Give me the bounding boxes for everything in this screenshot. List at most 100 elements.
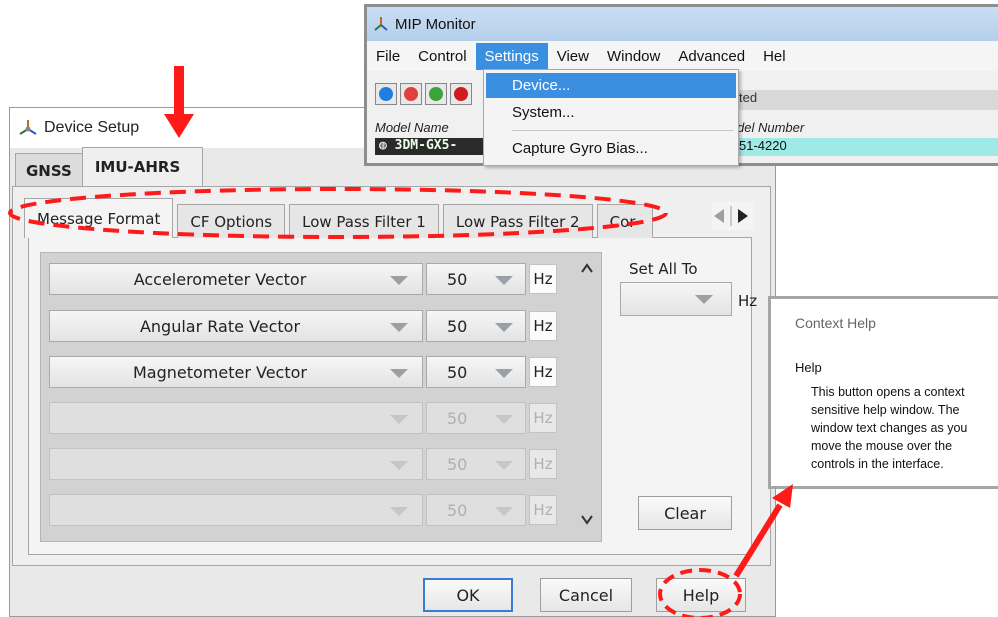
mip-monitor-window: MIP Monitor File Control Settings View W… [364, 4, 998, 166]
chevron-down-icon [390, 461, 408, 470]
menu-window[interactable]: Window [598, 43, 669, 70]
settings-dropdown-menu: Device... System... Capture Gyro Bias... [483, 69, 739, 166]
chevron-down-icon [695, 295, 713, 304]
rate-value: 50 [447, 317, 468, 336]
context-help-body: This button opens a context sensitive he… [811, 385, 968, 471]
message-row-empty: 50 Hz [49, 447, 557, 481]
rate-value: 50 [447, 363, 468, 382]
chevron-down-icon [495, 369, 513, 378]
message-select[interactable]: Magnetometer Vector [49, 356, 423, 388]
tab-imu-ahrs[interactable]: IMU-AHRS [81, 147, 204, 187]
outer-tab-strip: GNSS IMU-AHRS [15, 147, 204, 187]
ok-button[interactable]: OK [423, 578, 513, 612]
device-setup-app-icon [19, 120, 37, 135]
tab-low-pass-filter-1[interactable]: Low Pass Filter 1 [289, 204, 439, 238]
menu-advanced[interactable]: Advanced [669, 43, 754, 70]
rate-unit: Hz [529, 495, 557, 525]
message-row-accelerometer: Accelerometer Vector 50 Hz [49, 262, 557, 296]
menu-view[interactable]: View [548, 43, 598, 70]
clear-button[interactable]: Clear [638, 496, 732, 530]
rate-select[interactable]: 50 [426, 310, 526, 342]
toolbar-play-button[interactable] [375, 83, 397, 105]
menu-separator [512, 130, 734, 131]
mip-monitor-title: MIP Monitor [395, 15, 476, 33]
rate-unit: Hz [529, 311, 557, 341]
message-row-magnetometer: Magnetometer Vector 50 Hz [49, 355, 557, 389]
message-select-label: Accelerometer Vector [133, 269, 307, 289]
model-number-value: 51-4220 [735, 138, 998, 156]
rate-select: 50 [426, 402, 526, 434]
play-icon [379, 87, 393, 101]
menu-item-device[interactable]: Device... [486, 73, 736, 98]
chevron-down-icon [390, 415, 408, 424]
model-name-header: Model Name [375, 120, 449, 135]
tab-gnss[interactable]: GNSS [15, 153, 83, 187]
rate-value: 50 [447, 455, 468, 474]
cancel-button[interactable]: Cancel [540, 578, 632, 612]
menu-help-partial[interactable]: Hel [754, 43, 795, 70]
model-name-value: ◍ 3DM-GX5- [375, 138, 485, 155]
chevron-down-icon [495, 276, 513, 285]
context-help-window: Context Help Help This button opens a co… [768, 296, 998, 489]
tab-cf-options[interactable]: CF Options [177, 204, 286, 238]
context-help-heading: Help [795, 360, 822, 375]
rate-select[interactable]: 50 [426, 356, 526, 388]
rate-value: 50 [447, 270, 468, 289]
status-column-header: ted [737, 90, 998, 110]
chevron-down-icon [495, 415, 513, 424]
message-select [49, 448, 423, 480]
inner-tab-strip: Message Format CF Options Low Pass Filte… [24, 196, 657, 238]
chevron-down-icon [495, 323, 513, 332]
record-icon [454, 87, 468, 101]
chevron-down-icon [390, 369, 408, 378]
rate-unit: Hz [529, 449, 557, 479]
set-all-rate-select[interactable] [620, 282, 732, 316]
mip-toolbar [375, 83, 472, 105]
device-icon: ◍ [379, 138, 395, 153]
message-select [49, 494, 423, 526]
tab-cor-partial[interactable]: Cor [596, 204, 653, 238]
rate-unit: Hz [529, 357, 557, 387]
help-button[interactable]: Help [656, 578, 746, 612]
rate-select: 50 [426, 494, 526, 526]
message-select[interactable]: Angular Rate Vector [49, 310, 423, 342]
chevron-down-icon [495, 461, 513, 470]
tab-scroll-left-icon[interactable] [712, 208, 726, 224]
rate-value: 50 [447, 501, 468, 520]
mip-app-icon [374, 17, 388, 31]
chevron-down-icon [390, 323, 408, 332]
stop-icon [404, 87, 418, 101]
message-select [49, 402, 423, 434]
toolbar-pause-button[interactable] [425, 83, 447, 105]
rate-unit: Hz [529, 403, 557, 433]
rate-value: 50 [447, 409, 468, 428]
tab-scroll-right-icon[interactable] [736, 208, 750, 224]
menu-settings[interactable]: Settings [475, 42, 548, 70]
message-row-empty: 50 Hz [49, 401, 557, 435]
tab-scroll-buttons [712, 202, 754, 230]
set-all-label: Set All To [629, 260, 698, 278]
tab-message-format[interactable]: Message Format [24, 198, 174, 238]
chevron-down-icon [495, 507, 513, 516]
menu-file[interactable]: File [367, 43, 409, 70]
menu-item-system[interactable]: System... [486, 100, 736, 125]
list-scroll-down-icon[interactable] [580, 514, 594, 526]
menu-item-capture-gyro-bias[interactable]: Capture Gyro Bias... [486, 136, 736, 161]
list-scroll-up-icon[interactable] [580, 262, 594, 274]
pause-icon [429, 87, 443, 101]
set-all-unit: Hz [738, 292, 758, 310]
menu-control[interactable]: Control [409, 43, 475, 70]
toolbar-stop-button[interactable] [400, 83, 422, 105]
context-help-title: Context Help [795, 315, 876, 331]
message-row-empty: 50 Hz [49, 493, 557, 527]
message-row-angular-rate: Angular Rate Vector 50 Hz [49, 309, 557, 343]
message-select[interactable]: Accelerometer Vector [49, 263, 423, 295]
device-setup-title: Device Setup [44, 119, 140, 136]
rate-select[interactable]: 50 [426, 263, 526, 295]
chevron-down-icon [390, 507, 408, 516]
mip-menubar: File Control Settings View Window Advanc… [367, 41, 998, 71]
model-name-text: 3DM-GX5- [394, 138, 458, 153]
toolbar-record-button[interactable] [450, 83, 472, 105]
message-select-label: Magnetometer Vector [132, 362, 307, 382]
tab-low-pass-filter-2[interactable]: Low Pass Filter 2 [442, 204, 593, 238]
